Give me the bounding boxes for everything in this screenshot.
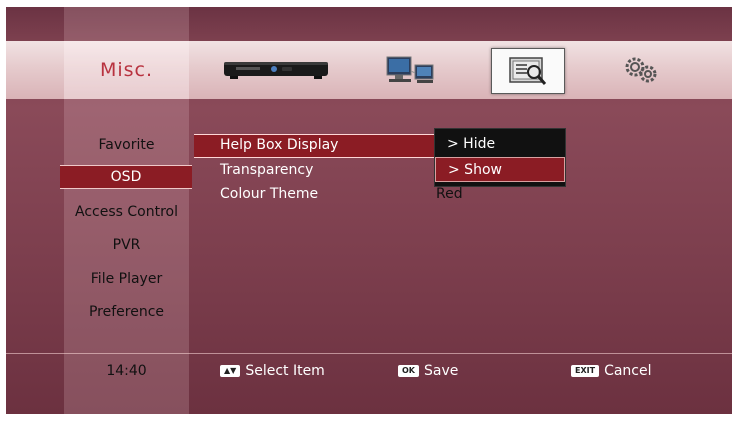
dropdown-option-hide[interactable]: > Hide — [435, 132, 565, 157]
option-colour-theme[interactable]: Colour Theme — [220, 184, 318, 204]
sidebar-item-pvr[interactable]: PVR — [64, 234, 189, 256]
clock: 14:40 — [106, 363, 147, 379]
monitor-settings-icon[interactable] — [491, 48, 565, 94]
receiver-box-icon[interactable] — [218, 47, 334, 93]
sidebar-item-favorite[interactable]: Favorite — [64, 134, 189, 156]
sidebar-item-file-player[interactable]: File Player — [64, 268, 189, 290]
footer-select-hint: ▲▼ Select Item — [220, 361, 325, 381]
gears-icon[interactable] — [606, 47, 676, 93]
dropdown-option-show[interactable]: > Show — [435, 157, 565, 182]
select-item-label: Select Item — [245, 363, 325, 379]
cancel-label: Cancel — [604, 363, 652, 379]
footer-divider — [6, 353, 732, 354]
ok-key-icon: OK — [398, 365, 419, 377]
osd-menu-screen: Misc. Favorite OSD Access Control PVR Fi… — [6, 7, 732, 414]
help-box-dropdown[interactable]: > Hide > Show — [434, 128, 566, 187]
footer-exit-hint: EXIT Cancel — [571, 361, 652, 381]
sidebar-item-access-control[interactable]: Access Control — [64, 201, 189, 223]
menu-title: Misc. — [99, 59, 154, 81]
colour-theme-value: Red — [436, 186, 463, 202]
sidebar-item-preference[interactable]: Preference — [64, 301, 189, 323]
sidebar-item-osd[interactable]: OSD — [60, 165, 192, 189]
up-down-key-icon: ▲▼ — [220, 365, 241, 377]
exit-key-icon: EXIT — [571, 365, 600, 377]
option-help-box-display[interactable]: Help Box Display — [220, 135, 338, 155]
option-transparency[interactable]: Transparency — [220, 160, 313, 180]
network-computer-icon[interactable] — [378, 47, 442, 93]
save-label: Save — [424, 363, 459, 379]
footer-ok-hint: OK Save — [398, 361, 458, 381]
